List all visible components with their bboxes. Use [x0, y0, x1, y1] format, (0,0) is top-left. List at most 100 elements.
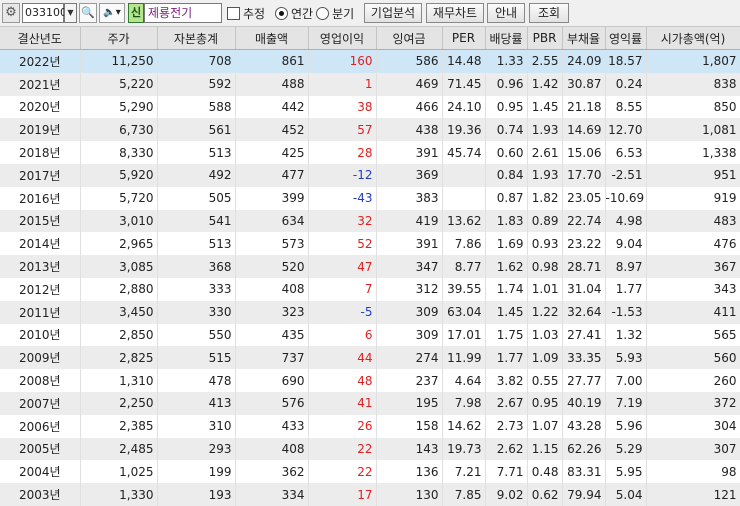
cell-price: 3,010: [80, 209, 158, 233]
table-row[interactable]: 2009년 2,825 515 737 44 274 11.99 1.77 1.09 33.35 5…: [0, 346, 740, 370]
table-row[interactable]: 2012년 2,880 333 408 7 312 39.55 1.74 1.01 31.04 1.…: [0, 277, 740, 301]
cell-equity: 561: [157, 118, 236, 142]
cell-pbr: 1.45: [527, 95, 563, 119]
estimate-checkbox[interactable]: 추정: [227, 5, 265, 22]
cell-sales: 362: [235, 460, 309, 484]
column-header[interactable]: 영익률: [605, 27, 647, 50]
column-header[interactable]: PER: [442, 27, 486, 50]
cell-price: 2,880: [80, 277, 158, 301]
cell-pbr: 0.93: [527, 232, 563, 256]
annual-radio[interactable]: [275, 7, 288, 20]
cell-mcap: 850: [646, 95, 740, 119]
table-row[interactable]: 2016년 5,720 505 399 -43 383 0.87 1.82 23.05 -10.6…: [0, 186, 740, 210]
column-header[interactable]: 부채율: [562, 27, 606, 50]
cell-equity: 193: [157, 483, 236, 506]
cell-debt: 14.69: [562, 118, 606, 142]
cell-debt: 27.77: [562, 369, 606, 392]
table-row[interactable]: 2014년 2,965 513 573 52 391 7.86 1.69 0.93 23.22 9.…: [0, 232, 740, 256]
column-header[interactable]: 결산년도: [0, 27, 81, 50]
table-row[interactable]: 2008년 1,310 478 690 48 237 4.64 3.82 0.55 27.77 7.…: [0, 369, 740, 392]
stock-code-input[interactable]: 033100: [22, 3, 67, 23]
cell-opm: 8.55: [605, 95, 647, 119]
gear-icon[interactable]: ⚙: [2, 3, 20, 23]
cell-debt: 27.41: [562, 323, 606, 347]
stock-name-field[interactable]: 제룡전기: [144, 3, 222, 23]
cell-year: 2003년: [0, 483, 81, 506]
table-row[interactable]: 2018년 8,330 513 425 28 391 45.74 0.60 2.61 15.06 6…: [0, 141, 740, 164]
cell-op: 32: [308, 209, 377, 233]
cell-year: 2012년: [0, 277, 81, 301]
cell-debt: 40.19: [562, 391, 606, 415]
table-row[interactable]: 2011년 3,450 330 323 -5 309 63.04 1.45 1.22 32.64-…: [0, 300, 740, 324]
column-header[interactable]: 잉여금: [376, 27, 443, 50]
column-header[interactable]: 배당률: [485, 27, 528, 50]
cell-sales: 576: [235, 391, 309, 415]
cell-mcap: 343: [646, 277, 740, 301]
cell-mcap: 483: [646, 209, 740, 233]
cell-op: 160: [308, 49, 377, 73]
table-row[interactable]: 2006년 2,385 310 433 26 158 14.62 2.73 1.07 43.28 5…: [0, 414, 740, 438]
guide-button[interactable]: 안내: [487, 3, 525, 23]
column-header[interactable]: 자본총계: [157, 27, 236, 50]
table-row[interactable]: 2013년 3,085 368 520 47 347 8.77 1.62 0.98 28.71 8.…: [0, 255, 740, 278]
search-icon[interactable]: 🔍: [79, 3, 97, 23]
financial-chart-button[interactable]: 재무차트: [426, 3, 484, 23]
cell-surplus: 369: [376, 163, 443, 187]
column-header[interactable]: 주가: [80, 27, 158, 50]
company-analysis-button[interactable]: 기업분석: [364, 3, 422, 23]
cell-year: 2016년: [0, 186, 81, 210]
period-radio-group[interactable]: 연간 분기: [275, 5, 354, 22]
table-row[interactable]: 2003년 1,330 193 334 17 130 7.85 9.02 0.62 79.94 5.…: [0, 483, 740, 506]
column-header[interactable]: 매출액: [235, 27, 309, 50]
table-row[interactable]: 2021년 5,220 592 488 1 469 71.45 0.96 1.42 30.87 0.…: [0, 72, 740, 96]
cell-surplus: 237: [376, 369, 443, 392]
cell-surplus: 469: [376, 72, 443, 96]
column-header[interactable]: 영업이익: [308, 27, 377, 50]
chevron-down-icon[interactable]: ▼: [64, 3, 77, 23]
table-row[interactable]: 2005년 2,485 293 408 22 143 19.73 2.62 1.15 62.26 5…: [0, 437, 740, 461]
cell-mcap: 260: [646, 369, 740, 392]
table-row[interactable]: 2020년 5,290 588 442 38 466 24.10 0.95 1.45 21.18 8…: [0, 95, 740, 119]
cell-opm: 7.19: [605, 391, 647, 415]
cell-debt: 83.31: [562, 460, 606, 484]
table-row[interactable]: 2015년 3,010 541 634 32 419 13.62 1.83 0.89 22.74 4…: [0, 209, 740, 233]
financial-table: 결산년도 주가 자본총계 매출액 영업이익 잉여금 PER 배당률 PBR 부채…: [0, 27, 740, 506]
column-header[interactable]: PBR: [527, 27, 563, 50]
cell-opm: 7.00: [605, 369, 647, 392]
quarter-radio[interactable]: [316, 7, 330, 20]
cell-debt: 23.22: [562, 232, 606, 256]
cell-op: 26: [308, 414, 377, 438]
checkbox-box[interactable]: [227, 7, 240, 20]
cell-opm: -2.51: [605, 163, 647, 187]
cell-div: 2.73: [485, 414, 528, 438]
table-row[interactable]: 2017년 5,920 492 477 -12 369 0.84 1.93 17.70 -2.51…: [0, 163, 740, 187]
table-row[interactable]: 2022년 11,250 708 861 160 586 14.48 1.33 2.55 24.0…: [0, 49, 740, 73]
cell-debt: 32.64: [562, 300, 606, 324]
cell-equity: 513: [157, 232, 236, 256]
cell-surplus: 309: [376, 323, 443, 347]
cell-mcap: 372: [646, 391, 740, 415]
cell-sales: 452: [235, 118, 309, 142]
cell-debt: 28.71: [562, 255, 606, 278]
cell-price: 6,730: [80, 118, 158, 142]
table-row[interactable]: 2007년 2,250 413 576 41 195 7.98 2.67 0.95 40.19 7.…: [0, 391, 740, 415]
cell-price: 1,025: [80, 460, 158, 484]
cell-mcap: 307: [646, 437, 740, 461]
cell-pbr: 0.62: [527, 483, 563, 506]
speaker-icon[interactable]: 🔈▾: [99, 3, 125, 23]
query-button[interactable]: 조회: [529, 3, 569, 23]
cell-op: 52: [308, 232, 377, 256]
table-row[interactable]: 2010년 2,850 550 435 6 309 17.01 1.75 1.03 27.41 1.…: [0, 323, 740, 347]
cell-price: 3,450: [80, 300, 158, 324]
table-row[interactable]: 2004년 1,025 199 362 22 136 7.21 7.71 0.48 83.31 5.…: [0, 460, 740, 484]
cell-equity: 505: [157, 186, 236, 210]
cell-op: 28: [308, 141, 377, 164]
cell-surplus: 312: [376, 277, 443, 301]
cell-opm: 0.24: [605, 72, 647, 96]
table-row[interactable]: 2019년 6,730 561 452 57 438 19.36 0.74 1.93 14.69 1…: [0, 118, 740, 142]
column-header[interactable]: 시가총액(억): [646, 27, 740, 50]
cell-surplus: 143: [376, 437, 443, 461]
new-badge: 신: [128, 3, 144, 23]
cell-mcap: 1,807: [646, 49, 740, 73]
cell-price: 2,965: [80, 232, 158, 256]
